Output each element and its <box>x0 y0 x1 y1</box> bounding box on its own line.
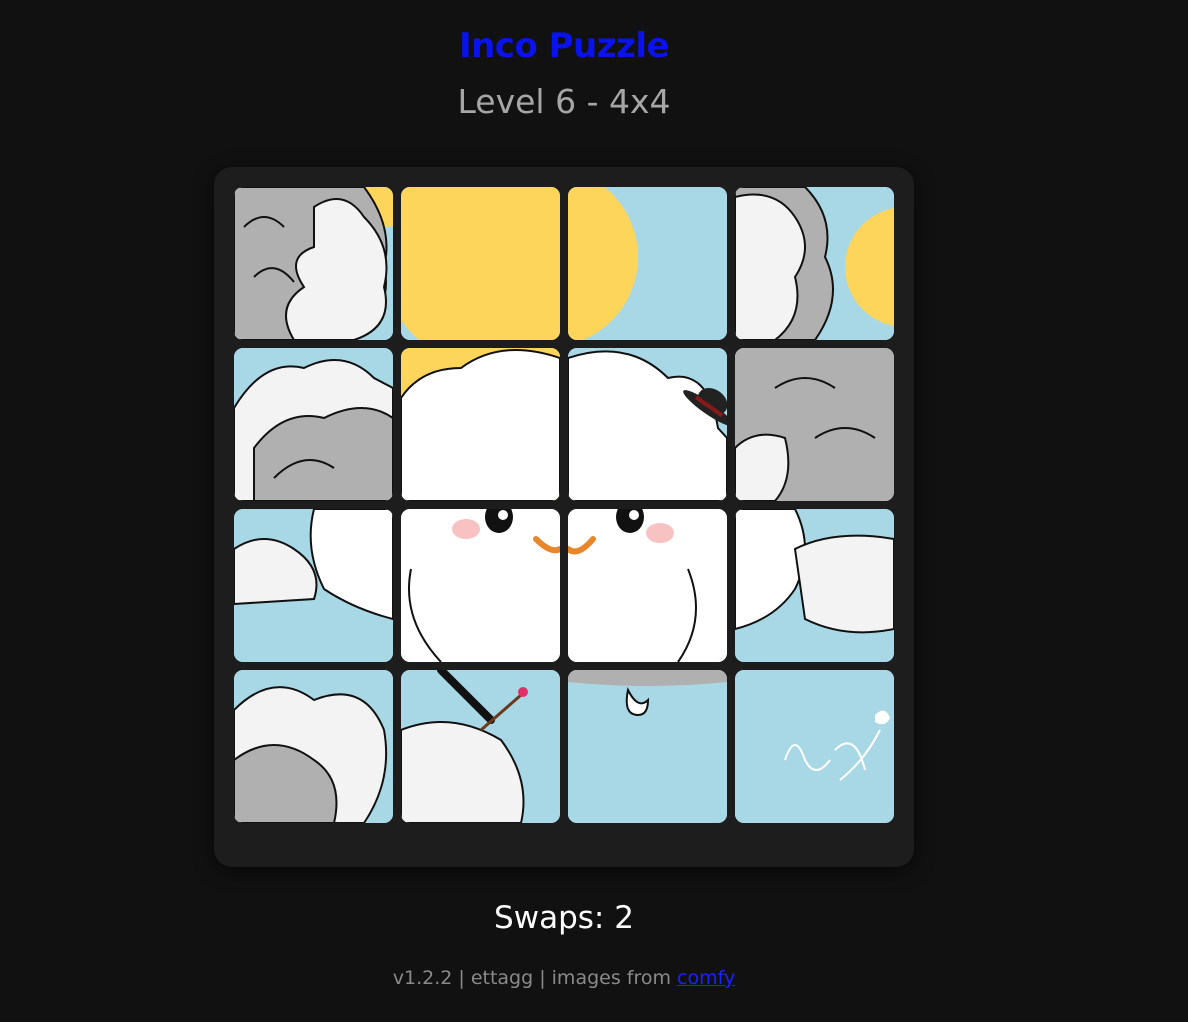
swaps-counter: Swaps: 2 <box>494 900 634 936</box>
footer-text: v1.2.2 | ettagg | images from <box>392 967 671 989</box>
puzzle-tile[interactable] <box>735 187 894 340</box>
puzzle-tile[interactable] <box>401 670 560 823</box>
puzzle-tile[interactable] <box>401 509 560 662</box>
page-title: Inco Puzzle <box>458 26 670 66</box>
puzzle-tile[interactable] <box>401 187 560 340</box>
puzzle-tile[interactable] <box>735 348 894 501</box>
puzzle-board <box>214 167 914 867</box>
puzzle-tile[interactable] <box>234 670 393 823</box>
puzzle-tile[interactable] <box>234 187 393 340</box>
level-label: Level 6 - 4x4 <box>457 82 671 121</box>
puzzle-tile[interactable] <box>568 670 727 823</box>
puzzle-tile[interactable] <box>568 509 727 662</box>
puzzle-tile[interactable] <box>735 509 894 662</box>
comfy-link[interactable]: comfy <box>677 967 735 989</box>
puzzle-tile[interactable] <box>568 348 727 501</box>
puzzle-tile[interactable] <box>568 187 727 340</box>
puzzle-tile[interactable] <box>735 670 894 823</box>
puzzle-tile[interactable] <box>401 348 560 501</box>
footer: v1.2.2 | ettagg | images from comfy <box>0 967 1128 989</box>
puzzle-tile[interactable] <box>234 348 393 501</box>
puzzle-tile[interactable] <box>234 509 393 662</box>
